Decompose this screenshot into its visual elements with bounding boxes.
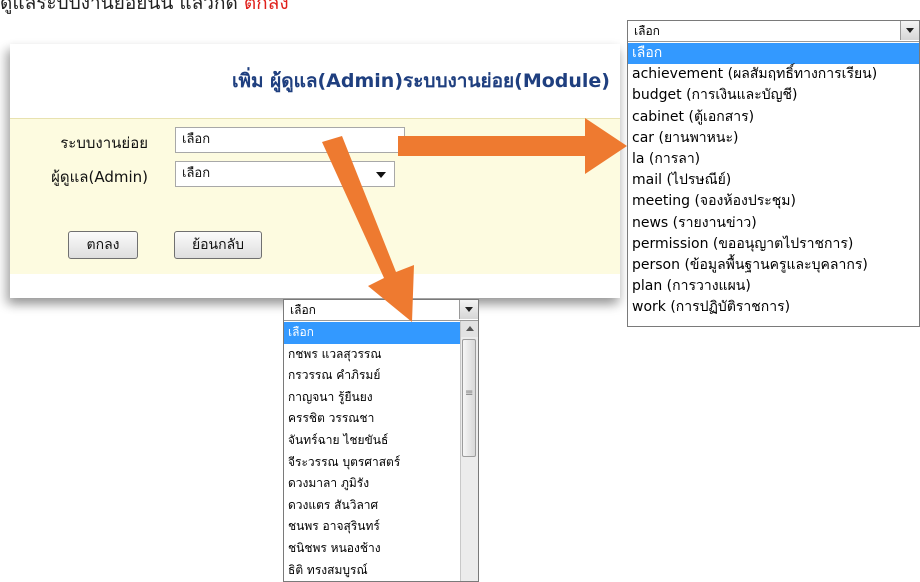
pointer-arrow-icon	[398, 118, 627, 174]
pointer-arrows	[322, 118, 627, 322]
pointer-arrow-icon	[322, 136, 414, 322]
